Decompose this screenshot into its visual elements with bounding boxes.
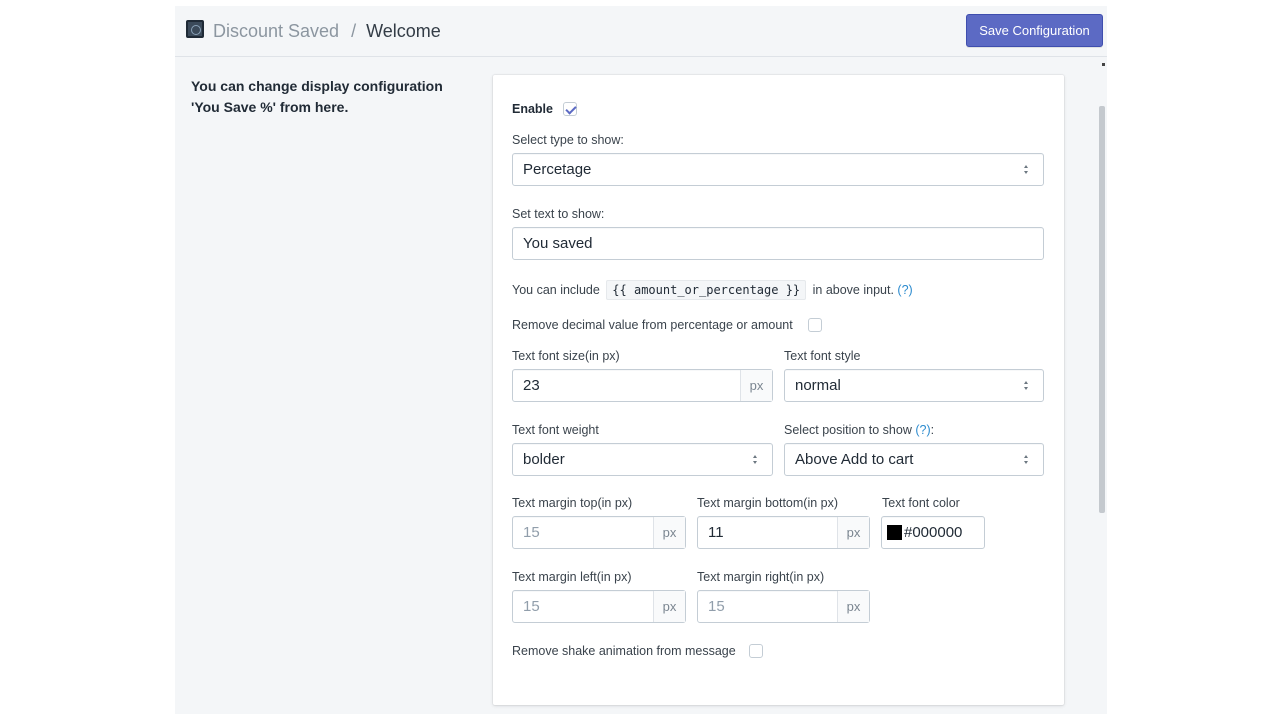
breadcrumb: Discount Saved / Welcome [213, 20, 441, 42]
description-line-1: You can change display configuration [191, 78, 443, 94]
font-weight-select[interactable]: bolder [512, 443, 773, 476]
position-label: Select position to show (?): [784, 423, 934, 437]
select-arrows-icon [752, 453, 758, 467]
enable-label: Enable [512, 102, 553, 116]
position-value: Above Add to cart [795, 451, 914, 468]
remove-decimal-checkbox[interactable] [808, 318, 822, 332]
hint-prefix: You can include [512, 283, 600, 297]
type-select[interactable]: Percetage [512, 153, 1044, 186]
text-input[interactable]: You saved [512, 227, 1044, 260]
position-label-text: Select position to show [784, 423, 912, 437]
font-style-value: normal [795, 377, 841, 394]
settings-card: Enable Select type to show: Percetage Se… [493, 75, 1064, 705]
scrollbar-thumb[interactable] [1099, 106, 1105, 513]
font-size-value: 23 [523, 377, 540, 394]
margin-top-label: Text margin top(in px) [512, 496, 633, 510]
remove-shake-checkbox[interactable] [749, 644, 763, 658]
type-select-value: Percetage [523, 161, 592, 178]
hint-code: {{ amount_or_percentage }} [606, 280, 807, 300]
section-description: You can change display configuration 'Yo… [191, 76, 481, 118]
font-color-label: Text font color [882, 496, 960, 510]
placeholder-hint: You can include {{ amount_or_percentage … [512, 280, 913, 300]
scroll-up-arrow[interactable] [1102, 63, 1105, 66]
font-weight-label: Text font weight [512, 423, 599, 437]
font-color-input[interactable]: #000000 [881, 516, 985, 549]
font-color-value: #000000 [904, 524, 963, 541]
hint-suffix: in above input. [812, 283, 894, 297]
position-select[interactable]: Above Add to cart [784, 443, 1044, 476]
margin-right-placeholder: 15 [708, 598, 725, 615]
font-style-select[interactable]: normal [784, 369, 1044, 402]
app-frame: Discount Saved / Welcome Save Configuratio… [175, 6, 1107, 714]
enable-checkbox[interactable] [563, 102, 577, 116]
position-label-suffix: : [930, 423, 935, 437]
remove-shake-label: Remove shake animation from message [512, 644, 736, 658]
position-help-link[interactable]: (?) [915, 423, 930, 437]
select-arrows-icon [1023, 453, 1029, 467]
breadcrumb-current: Welcome [366, 21, 441, 41]
description-line-2: 'You Save %' from here. [191, 99, 349, 115]
color-swatch[interactable] [887, 525, 902, 540]
font-style-label: Text font style [784, 349, 861, 363]
font-size-input[interactable]: 23 px [512, 369, 773, 402]
margin-top-placeholder: 15 [523, 524, 540, 541]
margin-bottom-input[interactable]: 11 px [697, 516, 870, 549]
breadcrumb-parent-link[interactable]: Discount Saved [213, 21, 339, 41]
text-label: Set text to show: [512, 207, 605, 221]
margin-left-label: Text margin left(in px) [512, 570, 632, 584]
margin-top-unit: px [653, 517, 685, 548]
app-logo-icon [186, 20, 204, 38]
margin-left-placeholder: 15 [523, 598, 540, 615]
margin-bottom-value: 11 [708, 524, 724, 541]
save-configuration-button[interactable]: Save Configuration [966, 14, 1103, 47]
remove-decimal-label: Remove decimal value from percentage or … [512, 318, 793, 332]
select-arrows-icon [1023, 379, 1029, 393]
margin-top-input[interactable]: 15 px [512, 516, 686, 549]
font-weight-value: bolder [523, 451, 565, 468]
top-bar: Discount Saved / Welcome Save Configuratio… [175, 6, 1107, 57]
text-input-value: You saved [523, 235, 593, 252]
margin-right-unit: px [837, 591, 869, 622]
select-arrows-icon [1023, 163, 1029, 177]
breadcrumb-separator: / [351, 21, 357, 41]
font-size-unit: px [740, 370, 772, 401]
margin-bottom-unit: px [837, 517, 869, 548]
margin-right-input[interactable]: 15 px [697, 590, 870, 623]
type-label: Select type to show: [512, 133, 624, 147]
margin-left-unit: px [653, 591, 685, 622]
font-size-label: Text font size(in px) [512, 349, 620, 363]
margin-bottom-label: Text margin bottom(in px) [697, 496, 839, 510]
margin-left-input[interactable]: 15 px [512, 590, 686, 623]
margin-right-label: Text margin right(in px) [697, 570, 825, 584]
hint-help-link[interactable]: (?) [897, 283, 912, 297]
